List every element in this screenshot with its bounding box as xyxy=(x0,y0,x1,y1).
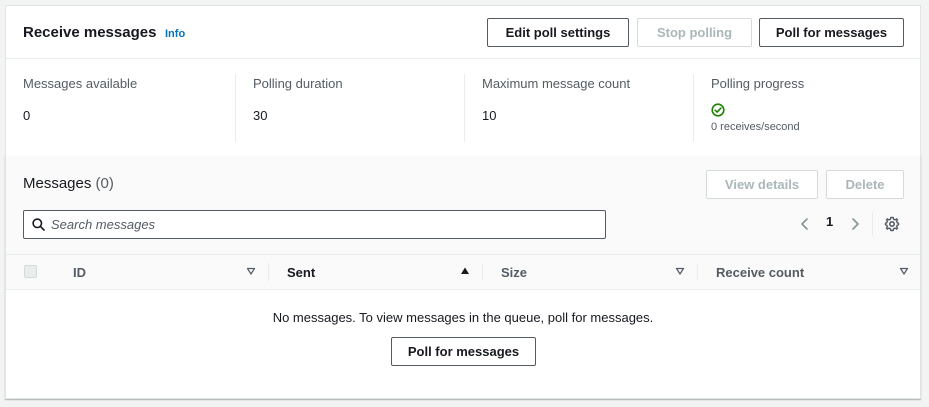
column-divider[interactable] xyxy=(268,263,269,281)
column-header-receive-count[interactable]: Receive count xyxy=(716,265,804,280)
stat-divider xyxy=(464,74,465,142)
settings-gear-icon[interactable] xyxy=(884,216,900,232)
sort-caret-down-icon[interactable] xyxy=(899,266,909,276)
chevron-left-icon[interactable] xyxy=(797,216,813,232)
stat-value: 30 xyxy=(253,108,268,123)
header-divider xyxy=(6,58,920,59)
column-divider[interactable] xyxy=(482,263,483,281)
stat-label: Maximum message count xyxy=(482,76,631,91)
stat-divider xyxy=(235,74,236,142)
stat-polling-progress: Polling progress 0 receives/second xyxy=(711,76,805,133)
info-link[interactable]: Info xyxy=(165,28,185,40)
sort-caret-down-icon[interactable] xyxy=(675,266,685,276)
select-all-checkbox[interactable] xyxy=(24,265,37,278)
success-check-icon xyxy=(711,103,725,117)
panel-title: Receive messages xyxy=(23,24,157,41)
stat-value: 0 xyxy=(23,108,31,123)
stat-value: 10 xyxy=(482,108,497,123)
stop-polling-button[interactable]: Stop polling xyxy=(637,18,752,47)
polling-progress-value: 0 receives/second xyxy=(711,121,800,133)
column-header-id[interactable]: ID xyxy=(73,265,86,280)
table-header: ID Sent Size Receive count xyxy=(6,254,920,290)
poll-for-messages-button[interactable]: Poll for messages xyxy=(759,18,904,47)
stat-messages-available: Messages available 0 xyxy=(23,76,138,123)
search-icon xyxy=(32,218,45,231)
messages-title: Messages (0) xyxy=(23,175,114,192)
search-input[interactable]: Search messages xyxy=(23,210,606,239)
messages-panel: Messages (0) View details Delete Search … xyxy=(5,156,921,399)
table-body: No messages. To view messages in the que… xyxy=(6,290,920,398)
stat-polling-duration: Polling duration 30 xyxy=(253,76,343,123)
search-placeholder: Search messages xyxy=(51,217,156,232)
column-header-size[interactable]: Size xyxy=(501,265,527,280)
stat-max-message-count: Maximum message count 10 xyxy=(482,76,631,123)
view-details-button[interactable]: View details xyxy=(706,170,818,199)
sort-caret-down-icon[interactable] xyxy=(246,266,256,276)
current-page[interactable]: 1 xyxy=(826,214,833,229)
chevron-right-icon[interactable] xyxy=(847,216,863,232)
stat-label: Polling progress xyxy=(711,76,805,91)
messages-title-text: Messages xyxy=(23,175,92,192)
column-header-sent[interactable]: Sent xyxy=(287,265,315,280)
stat-divider xyxy=(693,74,694,142)
messages-count: (0) xyxy=(95,175,114,192)
empty-state-text: No messages. To view messages in the que… xyxy=(272,310,654,325)
delete-button[interactable]: Delete xyxy=(826,170,904,199)
stat-label: Polling duration xyxy=(253,76,343,91)
sort-ascending-icon[interactable] xyxy=(460,266,470,276)
receive-messages-panel: Receive messages Info Edit poll settings… xyxy=(5,5,921,156)
pager-divider xyxy=(872,212,873,236)
stat-label: Messages available xyxy=(23,76,138,91)
empty-poll-for-messages-button[interactable]: Poll for messages xyxy=(391,337,536,366)
edit-poll-settings-button[interactable]: Edit poll settings xyxy=(487,18,629,47)
column-divider[interactable] xyxy=(697,263,698,281)
